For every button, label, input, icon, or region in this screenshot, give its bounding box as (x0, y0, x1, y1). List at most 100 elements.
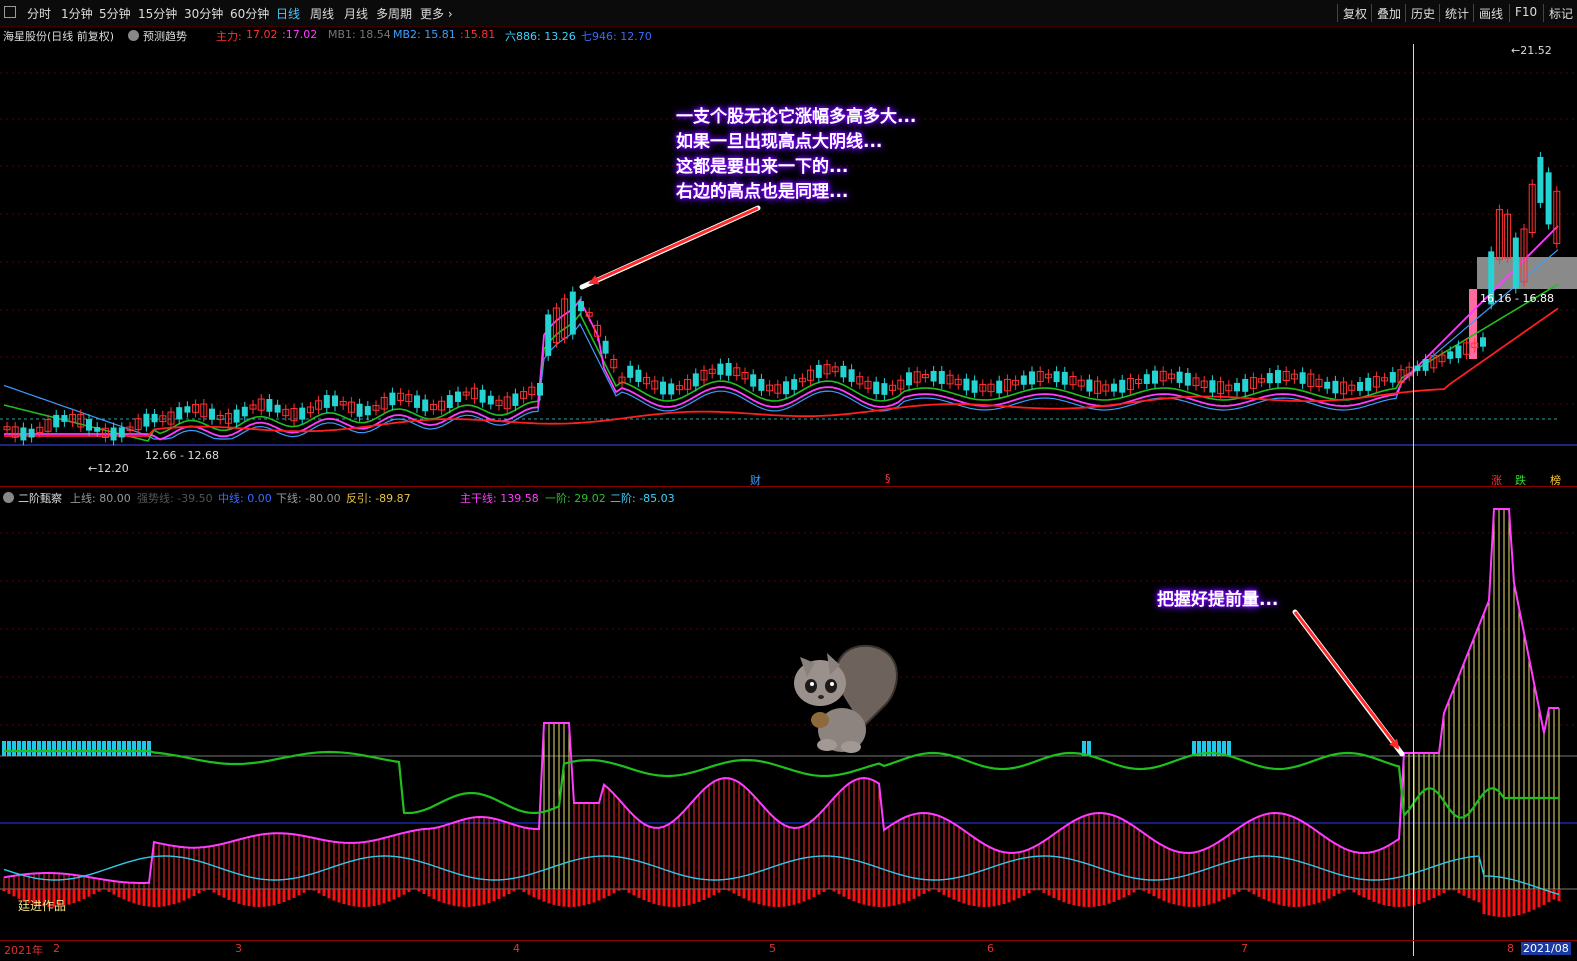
candle-body (86, 419, 92, 431)
first-order-line (4, 749, 1559, 819)
separator (1337, 4, 1338, 22)
candle-body (61, 415, 68, 422)
stock-title[interactable]: 海星股份(日线 前复权) (3, 28, 114, 44)
tool-draw[interactable]: 画线 (1479, 5, 1503, 22)
annotation-line: 右边的高点也是同理... (676, 182, 849, 202)
tab-multi-period[interactable]: 多周期 (376, 5, 412, 22)
candle-body (783, 381, 789, 395)
tab-more[interactable]: 更多 › (420, 5, 453, 22)
x-axis-month-8: 8 (1507, 942, 1514, 955)
forecast-label: 预测趋势 (143, 30, 187, 43)
tab-60min[interactable]: 60分钟 (230, 5, 269, 22)
tab-daily[interactable]: 日线 (276, 5, 300, 22)
separator (1473, 4, 1474, 22)
candle-body (479, 389, 486, 403)
candle-body (1455, 345, 1462, 359)
more-label: 更多 (420, 7, 445, 21)
candle-body (1242, 378, 1249, 392)
range-label-left: 12.66 - 12.68 (145, 449, 219, 462)
candle-body (266, 399, 273, 412)
author-watermark: 廷进作品 (18, 899, 67, 913)
tab-fenshi[interactable]: 分时 (27, 5, 51, 22)
forecast-toggle[interactable]: 预测趋势 (128, 28, 187, 44)
candle-body (110, 427, 117, 441)
toggle-icon (3, 492, 14, 503)
candle-body (996, 380, 1003, 394)
annotation-bottom: 把握好提前量... (1157, 590, 1279, 610)
candle-body (1389, 372, 1396, 383)
separator (1509, 4, 1510, 22)
candle-body (1053, 371, 1060, 383)
tab-weekly[interactable]: 周线 (310, 5, 334, 22)
tool-mark[interactable]: 标记 (1549, 5, 1575, 22)
x-axis-month-2: 2 (53, 942, 60, 955)
candle-body (364, 406, 371, 416)
separator (1405, 4, 1406, 22)
candle-body (1332, 380, 1339, 394)
candle-body (1357, 381, 1363, 391)
x-axis-month-7: 7 (1241, 942, 1248, 955)
candle-body (545, 314, 552, 356)
candle-body (151, 413, 158, 423)
candle-body (28, 428, 35, 438)
tab-30min[interactable]: 30分钟 (184, 5, 223, 22)
candle-body (1176, 371, 1183, 383)
seven-value: 七946: 12.70 (581, 30, 652, 43)
tool-stats[interactable]: 统计 (1445, 5, 1469, 22)
candle-body (717, 363, 724, 375)
zhuli-value-2: :17.02 (282, 28, 318, 41)
x-axis-month-4: 4 (513, 942, 520, 955)
candle-body (1234, 382, 1240, 392)
candle-body (938, 371, 945, 384)
candle-body (209, 408, 215, 420)
tool-history[interactable]: 历史 (1411, 5, 1435, 22)
candle-body (848, 369, 855, 382)
candle-body (1266, 373, 1273, 384)
low-price-value: 12.20 (97, 462, 129, 475)
candle-body (578, 301, 584, 312)
x-axis-current-date: 2021/08 (1521, 942, 1571, 955)
candle-body (512, 393, 519, 406)
candle-body (815, 364, 822, 378)
candle-body (692, 373, 699, 387)
candle-body (356, 403, 363, 417)
event-s-mark[interactable]: § (885, 472, 891, 485)
candle-body (446, 395, 453, 409)
candle-body (1324, 381, 1331, 389)
annotation-line: 如果一旦出现高点大阴线... (676, 132, 883, 152)
candle-body (602, 340, 609, 354)
candle-body (389, 392, 396, 406)
candle-body (53, 414, 60, 428)
candle-body (840, 365, 847, 378)
candle-body (1020, 375, 1027, 385)
menu-icon[interactable] (4, 6, 16, 18)
tab-15min[interactable]: 15分钟 (138, 5, 177, 22)
tab-1min[interactable]: 1分钟 (61, 5, 93, 22)
candle-body (930, 370, 937, 382)
candle-body (537, 382, 543, 396)
tool-fuquan[interactable]: 复权 (1343, 5, 1367, 22)
mb2-value-2: :15.81 (460, 28, 496, 41)
candle-body (299, 407, 306, 420)
candle-body (323, 395, 330, 408)
main-trunk-line (3, 508, 1559, 884)
tab-5min[interactable]: 5分钟 (99, 5, 131, 22)
candle-body (1143, 374, 1150, 384)
high-price-value: 21.52 (1520, 44, 1552, 57)
candle-body (233, 409, 240, 423)
candle-body (1184, 372, 1191, 386)
candle-body (274, 404, 281, 413)
candle-body (1365, 377, 1372, 391)
tool-overlay[interactable]: 叠加 (1377, 5, 1401, 22)
candle-body (873, 381, 880, 395)
candle-body (184, 406, 191, 413)
candle-body (487, 395, 494, 405)
candle-body (627, 365, 634, 378)
period-toolbar: 分时 1分钟 5分钟 15分钟 30分钟 60分钟 日线 周线 月线 多周期 更… (0, 0, 1577, 27)
candle-body (791, 379, 798, 390)
candle-body (1119, 379, 1126, 393)
zhuli-value: 17.02 (246, 28, 278, 41)
tool-f10[interactable]: F10 (1515, 5, 1537, 19)
candle-body (1061, 371, 1068, 385)
tab-monthly[interactable]: 月线 (344, 5, 368, 22)
